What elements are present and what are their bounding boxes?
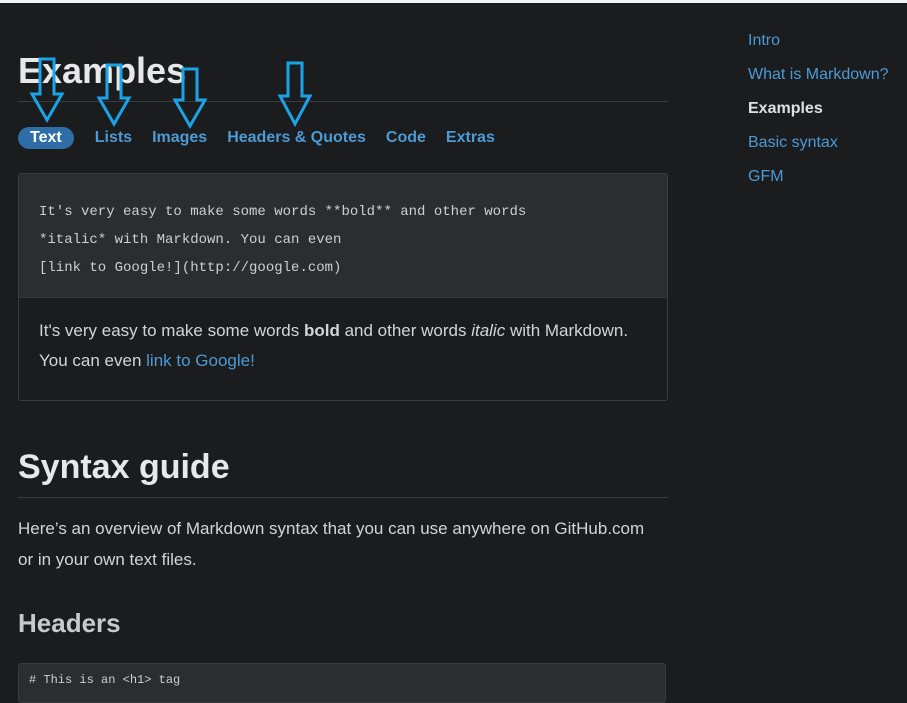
headers-code-block: # This is an <h1> tag [18,663,666,703]
tab-headers-quotes[interactable]: Headers & Quotes [227,127,366,149]
markdown-source: It's very easy to make some words **bold… [19,174,667,298]
down-arrow-icon [172,67,208,130]
example-tabs: Text Lists Images Headers & Quotes Code … [18,125,515,151]
sidebar-nav: Intro What is Markdown? Examples Basic s… [748,30,903,200]
syntax-overview: Here’s an overview of Markdown syntax th… [18,519,645,569]
tab-code[interactable]: Code [386,127,426,149]
sidebar-item-gfm[interactable]: GFM [748,166,903,200]
code-line: *italic* with Markdown. You can even [39,232,342,248]
syntax-guide-heading: Syntax guide [18,448,230,486]
down-arrow-icon [96,63,132,128]
tab-text[interactable]: Text [18,127,74,149]
sidebar-item-intro[interactable]: Intro [748,30,903,64]
rendered-output: It's very easy to make some words bold a… [19,298,667,376]
headers-heading: Headers [18,608,121,638]
tab-extras[interactable]: Extras [446,127,495,149]
rendered-text: It's very easy to make some words [39,321,304,340]
down-arrow-icon [29,57,65,124]
code-line: [link to Google!](http://google.com) [39,260,342,276]
syntax-divider [18,497,668,498]
rendered-bold: bold [303,321,340,340]
code-line: It's very easy to make some words **bold… [39,204,527,220]
top-border [0,0,907,3]
rendered-italic: italic [471,321,506,340]
code-line: # This is an <h1> tag [29,673,181,687]
sidebar-item-basic-syntax[interactable]: Basic syntax [748,132,903,166]
rendered-text: and other words [339,321,472,340]
down-arrow-icon [277,61,313,128]
example-box: It's very easy to make some words **bold… [18,173,668,401]
tab-lists[interactable]: Lists [95,127,132,149]
google-link[interactable]: link to Google! [146,351,255,370]
sidebar-item-what-is-markdown[interactable]: What is Markdown? [748,64,903,98]
sidebar-item-examples[interactable]: Examples [748,98,903,132]
